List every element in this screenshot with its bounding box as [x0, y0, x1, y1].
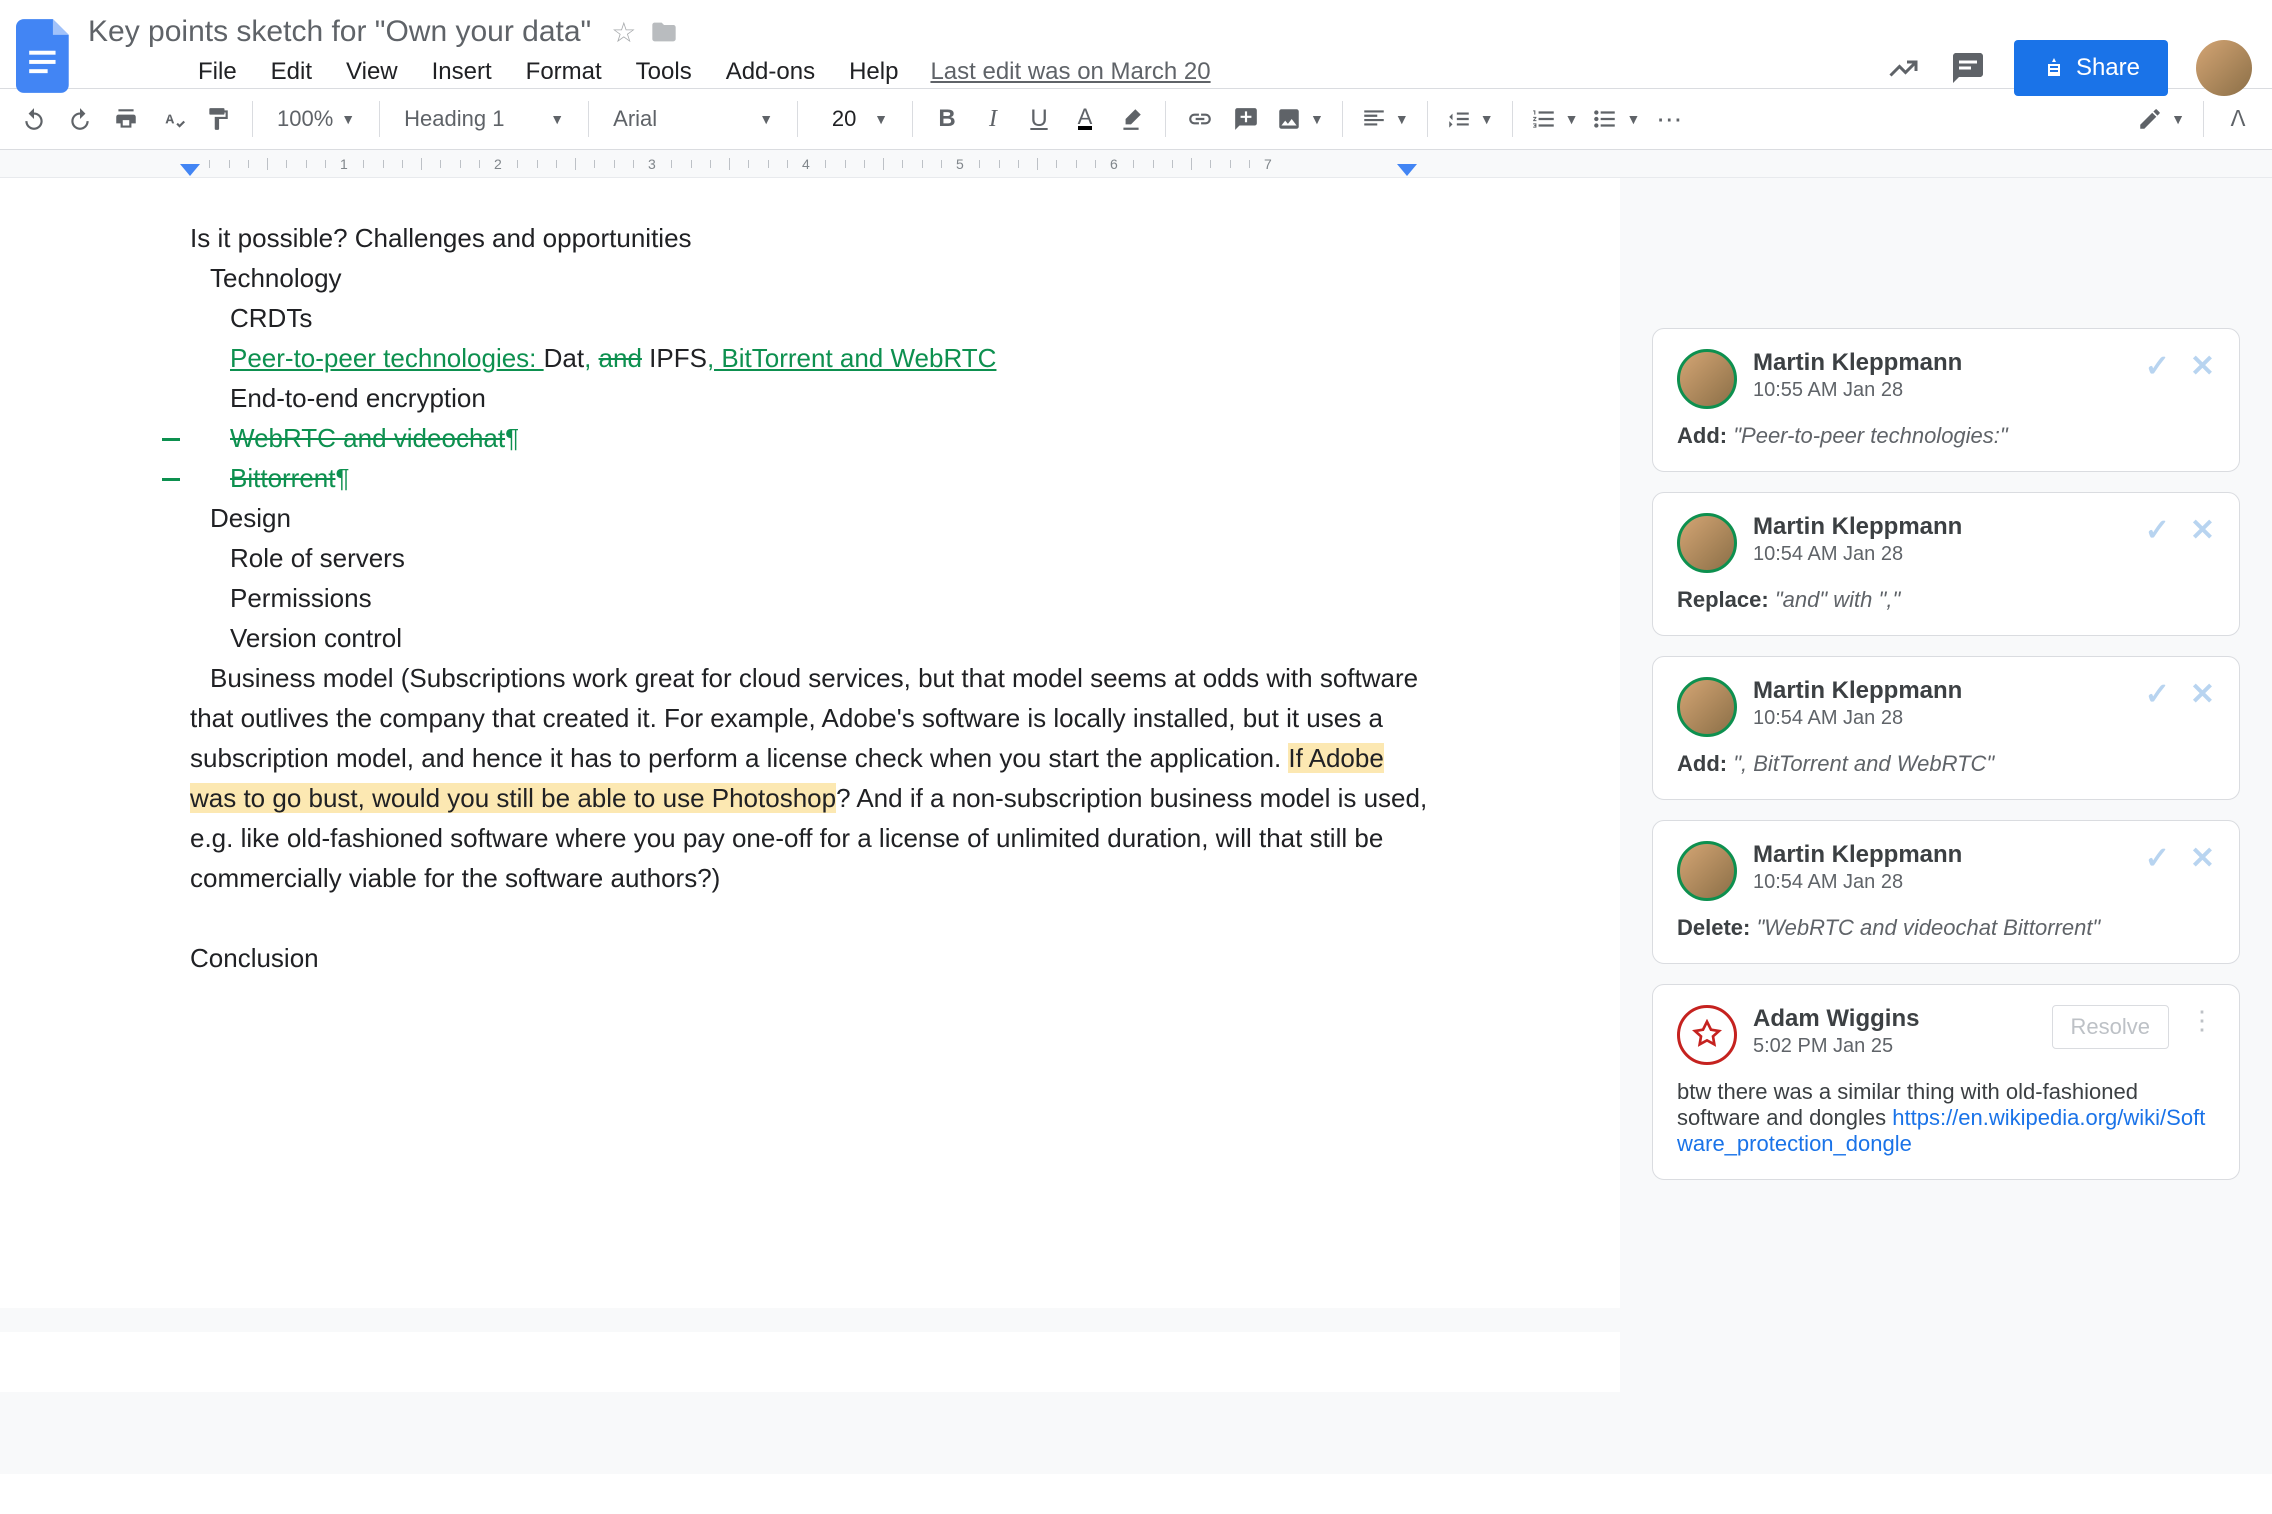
hide-menus-button[interactable]: ᐱ [2218, 99, 2258, 139]
commenter-name: Martin Kleppmann [1753, 349, 1962, 377]
commenter-avatar [1677, 513, 1737, 573]
font-size-input[interactable]: ▼ [812, 99, 898, 139]
menu-edit[interactable]: Edit [255, 52, 328, 92]
comment-link[interactable]: https://en.wikipedia.org/wiki/Software_p… [1677, 1105, 2205, 1156]
share-button[interactable]: Share [2014, 40, 2168, 96]
reject-suggestion-icon[interactable]: ✕ [2190, 513, 2215, 548]
menu-view[interactable]: View [330, 52, 414, 92]
reject-suggestion-icon[interactable]: ✕ [2190, 349, 2215, 384]
move-folder-icon[interactable] [650, 18, 678, 46]
bulleted-list-button[interactable]: ▼ [1588, 99, 1644, 139]
undo-button[interactable] [14, 99, 54, 139]
comment-card[interactable]: Martin Kleppmann10:55 AM Jan 28✓✕Add: "P… [1652, 328, 2240, 472]
comment-card[interactable]: Martin Kleppmann10:54 AM Jan 28✓✕Add: ",… [1652, 656, 2240, 800]
share-label: Share [2076, 54, 2140, 82]
comment-time: 5:02 PM Jan 25 [1753, 1035, 1919, 1058]
paint-format-button[interactable] [198, 99, 238, 139]
account-avatar[interactable] [2196, 40, 2252, 96]
reject-suggestion-icon[interactable]: ✕ [2190, 841, 2215, 876]
commenter-avatar [1677, 1005, 1737, 1065]
comment-card[interactable]: Martin Kleppmann10:54 AM Jan 28✓✕Delete:… [1652, 820, 2240, 964]
insert-image-button[interactable]: ▼ [1272, 99, 1328, 139]
align-button[interactable]: ▼ [1357, 99, 1413, 139]
comment-card[interactable]: Martin Kleppmann10:54 AM Jan 28✓✕Replace… [1652, 492, 2240, 636]
editing-mode-button[interactable]: ▼ [2133, 99, 2189, 139]
text-line: Permissions [190, 578, 1430, 618]
comment-time: 10:54 AM Jan 28 [1753, 543, 1962, 566]
text-line: End-to-end encryption [190, 378, 1430, 418]
document-page[interactable]: Is it possible? Challenges and opportuni… [0, 178, 1620, 1308]
ruler[interactable]: 1234567 [0, 150, 2272, 178]
menu-tools[interactable]: Tools [620, 52, 708, 92]
print-button[interactable] [106, 99, 146, 139]
comment-time: 10:54 AM Jan 28 [1753, 871, 1962, 894]
style-dropdown[interactable]: Heading 1▼ [394, 99, 574, 139]
document-page[interactable] [0, 1332, 1620, 1392]
insert-link-button[interactable] [1180, 99, 1220, 139]
zoom-dropdown[interactable]: 100%▼ [267, 99, 365, 139]
commenter-name: Martin Kleppmann [1753, 841, 1962, 869]
commenter-name: Adam Wiggins [1753, 1005, 1919, 1033]
text-line: CRDTs [190, 298, 1430, 338]
accept-suggestion-icon[interactable]: ✓ [2145, 841, 2170, 876]
comment-card[interactable]: Adam Wiggins5:02 PM Jan 25Resolve⋮btw th… [1652, 984, 2240, 1180]
numbered-list-button[interactable]: ▼ [1527, 99, 1583, 139]
commenter-name: Martin Kleppmann [1753, 677, 1962, 705]
last-edit-link[interactable]: Last edit was on March 20 [930, 58, 1210, 86]
commenter-name: Martin Kleppmann [1753, 513, 1962, 541]
text-line: Technology [190, 258, 1430, 298]
accept-suggestion-icon[interactable]: ✓ [2145, 349, 2170, 384]
comment-time: 10:54 AM Jan 28 [1753, 707, 1962, 730]
text-line: WebRTC and videochat¶ [190, 418, 519, 458]
menu-file[interactable]: File [182, 52, 253, 92]
reject-suggestion-icon[interactable]: ✕ [2190, 677, 2215, 712]
docs-logo[interactable] [12, 12, 78, 100]
more-tools-button[interactable]: ⋯ [1650, 99, 1690, 139]
bold-button[interactable]: B [927, 99, 967, 139]
menu-help[interactable]: Help [833, 52, 914, 92]
text-line: Is it possible? Challenges and opportuni… [190, 218, 1430, 258]
font-dropdown[interactable]: Arial▼ [603, 99, 783, 139]
add-comment-button[interactable] [1226, 99, 1266, 139]
accept-suggestion-icon[interactable]: ✓ [2145, 677, 2170, 712]
menu-bar: File Edit View Insert Format Tools Add-o… [82, 52, 1886, 92]
text-paragraph: Business model (Subscriptions work great… [190, 658, 1430, 898]
text-line: Design [190, 498, 1430, 538]
more-icon[interactable]: ⋮ [2189, 1005, 2215, 1049]
text-line: Role of servers [190, 538, 1430, 578]
menu-addons[interactable]: Add-ons [710, 52, 831, 92]
commenter-avatar [1677, 349, 1737, 409]
resolve-button[interactable]: Resolve [2052, 1005, 2169, 1049]
commenter-avatar [1677, 841, 1737, 901]
commenter-avatar [1677, 677, 1737, 737]
menu-format[interactable]: Format [510, 52, 618, 92]
line-spacing-button[interactable]: ▼ [1442, 99, 1498, 139]
accept-suggestion-icon[interactable]: ✓ [2145, 513, 2170, 548]
activity-icon[interactable] [1886, 50, 1922, 86]
text-line: Conclusion [190, 938, 1430, 978]
comment-time: 10:55 AM Jan 28 [1753, 379, 1962, 402]
open-comments-icon[interactable] [1950, 50, 1986, 86]
text-line: Bittorrent¶ [190, 458, 349, 498]
italic-button[interactable]: I [973, 99, 1013, 139]
text-line: Peer-to-peer technologies: Dat, and IPFS… [190, 338, 1430, 378]
spellcheck-button[interactable] [152, 99, 192, 139]
highlight-button[interactable] [1111, 99, 1151, 139]
underline-button[interactable]: U [1019, 99, 1059, 139]
menu-insert[interactable]: Insert [416, 52, 508, 92]
star-icon[interactable]: ☆ [611, 16, 636, 49]
comments-panel: Martin Kleppmann10:55 AM Jan 28✓✕Add: "P… [1620, 178, 2272, 1474]
toolbar: 100%▼ Heading 1▼ Arial▼ ▼ B I U A ▼ ▼ ▼ … [0, 88, 2272, 150]
redo-button[interactable] [60, 99, 100, 139]
document-title[interactable]: Key points sketch for "Own your data" [82, 13, 597, 51]
text-color-button[interactable]: A [1065, 99, 1105, 139]
text-line: Version control [190, 618, 1430, 658]
